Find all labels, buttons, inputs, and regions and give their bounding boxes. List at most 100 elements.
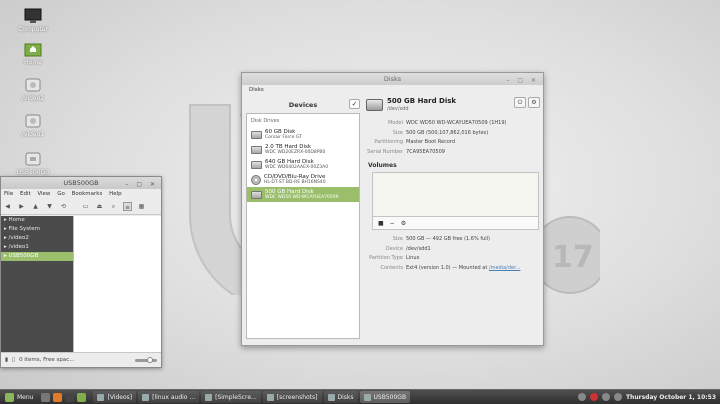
view-list-icon[interactable]: ≡ <box>123 202 132 211</box>
place-video1[interactable]: ▸ /video1 <box>1 243 73 252</box>
drive-item[interactable]: CD/DVD/Blu-Ray Drive HL-DT-ST BD-RE BH16N… <box>247 172 359 187</box>
eject-icon[interactable]: ⏏ <box>95 202 104 211</box>
terminal-icon[interactable] <box>65 392 75 402</box>
drive-item[interactable]: 640 GB Hard Disk WDC WD6402AAEX-00Z3A0 <box>247 157 359 172</box>
place-video2[interactable]: ▸ /video2 <box>1 234 73 243</box>
search-icon[interactable]: ⌕ <box>109 202 118 211</box>
hard-disk-icon <box>366 99 383 111</box>
devices-header: Devices ✓ <box>246 97 360 113</box>
down-icon[interactable]: ▼ <box>45 202 54 211</box>
unmount-icon[interactable]: ■ <box>378 220 384 227</box>
alert-icon[interactable] <box>589 393 598 401</box>
network-icon[interactable] <box>601 393 610 401</box>
firefox-icon[interactable] <box>53 392 63 402</box>
menu-edit[interactable]: Edit <box>20 191 31 197</box>
sidebar-toggle-icon[interactable]: ▮ <box>5 353 8 368</box>
power-off-button[interactable]: ⏻ <box>514 97 526 108</box>
drive-options-button[interactable]: ⚙ <box>528 97 540 108</box>
folder-icon[interactable]: ▭ <box>81 202 90 211</box>
place-label: /video2 <box>8 235 29 241</box>
device-list: Disk Drives 60 GB Disk Corsair Force GT 2… <box>246 113 360 339</box>
up-icon[interactable]: ▲ <box>31 202 40 211</box>
task-linux-audio[interactable]: [linux audio ... <box>138 391 200 403</box>
zoom-slider[interactable] <box>135 356 157 363</box>
volume-icon[interactable] <box>613 393 622 401</box>
menu-view[interactable]: View <box>37 191 50 197</box>
devices-pane: Devices ✓ Disk Drives 60 GB Disk Corsair … <box>246 97 360 339</box>
optical-disc-icon <box>251 174 261 185</box>
detail-row: Size 500 GB — 492 GB free (1.6% full) <box>364 235 540 245</box>
app-menu[interactable]: Disks <box>242 85 543 95</box>
menu-help[interactable]: Help <box>109 191 122 197</box>
detail-value: 7CA95EA70509 <box>406 148 445 155</box>
window-title: Disks <box>383 75 402 83</box>
mint-menu-icon <box>5 392 14 402</box>
place-home[interactable]: ▸ Home <box>1 216 73 225</box>
task-screenshots[interactable]: [screenshots] <box>262 391 322 403</box>
back-icon[interactable]: ◀ <box>3 202 12 211</box>
place-label: /video1 <box>8 244 29 250</box>
detail-value: WDC WD50 WD-WCAYUEA70509 (1H19) <box>406 120 507 126</box>
detail-value: Master Boot Record <box>406 139 456 145</box>
menu-file[interactable]: File <box>4 191 13 197</box>
place-file-system[interactable]: ▸ File System <box>1 225 73 234</box>
system-tray: Thursday October 1, 10:53 <box>577 393 720 401</box>
partition-settings-icon[interactable]: ⚙ <box>401 220 406 227</box>
detail-row: Partition Type Linux <box>364 254 540 264</box>
clock[interactable]: Thursday October 1, 10:53 <box>626 394 716 401</box>
detail-row: Size 500 GB (500,107,862,016 bytes) <box>364 129 540 139</box>
task-simplescreen[interactable]: [SimpleScre... <box>201 391 261 403</box>
menu-bookmarks[interactable]: Bookmarks <box>72 191 103 197</box>
window-titlebar[interactable]: Disks – ▢ ✕ <box>242 73 543 85</box>
task-videos[interactable]: [Videos] <box>93 391 137 403</box>
window-controls[interactable]: – ▢ ✕ <box>125 179 158 191</box>
drive-icon <box>25 78 41 92</box>
volume-info: Size 500 GB — 492 GB free (1.6% full) Dev… <box>364 235 540 273</box>
computer-icon <box>24 8 42 23</box>
reload-icon[interactable]: ⟲ <box>59 202 68 211</box>
zoom-slider-handle[interactable] <box>147 356 153 363</box>
forward-icon[interactable]: ▶ <box>17 202 26 211</box>
detail-value: 500 GB — 492 GB free (1.6% full) <box>406 236 490 242</box>
mount-point-link[interactable]: /media/der... <box>489 265 521 271</box>
partition-block[interactable] <box>374 174 537 215</box>
status-text: 0 items, Free spac... <box>19 356 75 363</box>
menu-go[interactable]: Go <box>57 191 65 197</box>
task-usb500gb[interactable]: USB500GB <box>359 391 411 403</box>
desktop-icon-usb500gb[interactable]: USB500GB <box>1 151 65 176</box>
tree-toggle-icon[interactable]: ▯ <box>12 353 15 368</box>
drive-actions: ⏻ ⚙ <box>514 97 540 108</box>
task-label: [screenshots] <box>276 393 318 401</box>
places-sidebar: ▸ Home ▸ File System ▸ /video2 ▸ /video1… <box>1 216 73 352</box>
delete-partition-icon[interactable]: − <box>390 220 395 227</box>
detail-row: Contents Ext4 (version 1.0) — Mounted at … <box>364 264 540 274</box>
detail-value: Linux <box>406 255 420 261</box>
select-mode-button[interactable]: ✓ <box>349 99 360 109</box>
category-label: Disk Drives <box>251 118 280 124</box>
drive-item[interactable]: 60 GB Disk Corsair Force GT <box>247 127 359 142</box>
window-titlebar[interactable]: USB500GB – ▢ ✕ <box>1 177 161 189</box>
file-list-area[interactable] <box>73 216 161 352</box>
taskbar: Menu [Videos] [linux audio ... [SimpleSc… <box>0 389 720 404</box>
usb-drive-icon <box>25 152 41 166</box>
toolbar: ◀ ▶ ▲ ▼ ⟲ ▭ ⏏ ⌕ ≡ ▦ <box>1 199 161 215</box>
drive-item[interactable]: 2.0 TB Hard Disk WDC WD20EZRX-00D8PB0 <box>247 142 359 157</box>
place-usb500gb[interactable]: ▸ USB500GB <box>1 252 73 261</box>
desktop-icon-computer[interactable]: Computer <box>1 8 65 33</box>
show-desktop-icon[interactable] <box>41 392 51 402</box>
files-icon[interactable] <box>77 392 87 402</box>
detail-key: Partitioning <box>374 139 403 145</box>
update-icon[interactable] <box>577 393 586 401</box>
desktop-icon-home[interactable]: Home <box>1 41 65 66</box>
drive-item-selected[interactable]: 500 GB Hard Disk WDC WD50 WD-WCAYUEA70509 <box>247 187 359 202</box>
drive-header: 500 GB Hard Disk /dev/sdd ⏻ ⚙ <box>364 97 540 119</box>
desktop-icon-label: Home <box>24 59 42 66</box>
window-controls[interactable]: – ▢ ✕ <box>506 75 539 87</box>
view-grid-icon[interactable]: ▦ <box>137 202 146 211</box>
desktop-icon-video1[interactable]: /video1 <box>1 113 65 138</box>
task-disks[interactable]: Disks <box>323 391 358 403</box>
home-folder-icon <box>24 43 42 57</box>
desktop-icon-video2[interactable]: /video2 <box>1 77 65 102</box>
start-menu-button[interactable]: Menu <box>0 390 38 404</box>
detail-key: Size <box>392 236 403 242</box>
